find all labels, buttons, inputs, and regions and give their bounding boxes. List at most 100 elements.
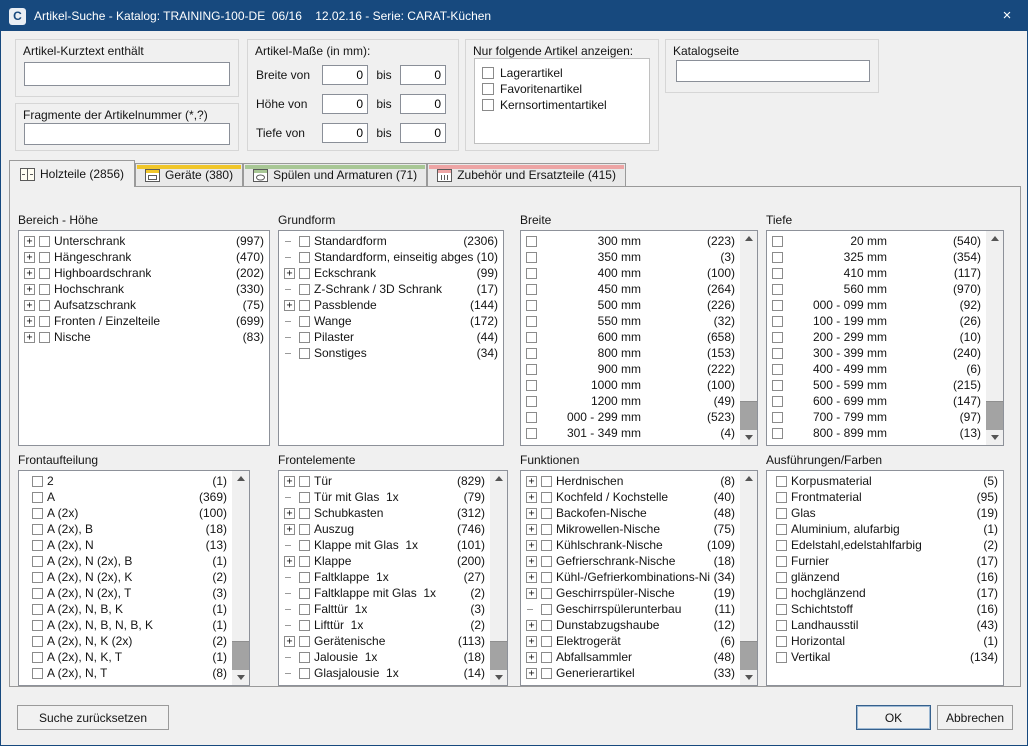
list-item[interactable]: +Unterschrank(997) [20, 233, 268, 249]
item-checkbox[interactable] [32, 476, 43, 487]
list-item[interactable]: 800 mm(153) [522, 345, 739, 361]
list-item[interactable]: Frontmaterial(95) [768, 489, 1002, 505]
item-checkbox[interactable] [299, 556, 310, 567]
list-item[interactable]: Geschirrspülerunterbau(11) [522, 601, 739, 617]
item-checkbox[interactable] [772, 236, 783, 247]
option-lagerartikel[interactable]: Lagerartikel [482, 66, 563, 80]
expand-plus-icon[interactable]: + [526, 540, 537, 551]
list-item[interactable]: 300 mm(223) [522, 233, 739, 249]
item-checkbox[interactable] [32, 492, 43, 503]
item-checkbox[interactable] [541, 588, 552, 599]
item-checkbox[interactable] [32, 652, 43, 663]
list-item[interactable]: Wange(172) [280, 313, 502, 329]
list-item[interactable]: +Tür(829) [280, 473, 489, 489]
scroll-track[interactable] [740, 486, 757, 670]
item-checkbox[interactable] [32, 556, 43, 567]
item-checkbox[interactable] [526, 316, 537, 327]
list-item[interactable]: Sonstiges(34) [280, 345, 502, 361]
list-item[interactable]: 2(1) [20, 473, 231, 489]
list-item[interactable]: 700 - 799 mm(97) [768, 409, 985, 425]
tiefe-von-input[interactable] [322, 123, 368, 143]
expand-plus-icon[interactable]: + [284, 268, 295, 279]
item-checkbox[interactable] [299, 636, 310, 647]
scroll-thumb[interactable] [986, 246, 1003, 402]
item-checkbox[interactable] [299, 476, 310, 487]
list-item[interactable]: Glas(19) [768, 505, 1002, 521]
expand-plus-icon[interactable]: + [24, 300, 35, 311]
vertical-scrollbar[interactable] [740, 231, 757, 445]
scroll-thumb[interactable] [740, 486, 757, 642]
expand-plus-icon[interactable]: + [526, 668, 537, 679]
list-item[interactable]: 100 - 199 mm(26) [768, 313, 985, 329]
item-checkbox[interactable] [32, 572, 43, 583]
hoehe-bis-input[interactable] [400, 94, 446, 114]
item-checkbox[interactable] [776, 652, 787, 663]
list-item[interactable]: Edelstahl,edelstahlfarbig(2) [768, 537, 1002, 553]
item-checkbox[interactable] [776, 476, 787, 487]
item-checkbox[interactable] [299, 588, 310, 599]
item-checkbox[interactable] [541, 524, 552, 535]
list-item[interactable]: 600 - 699 mm(147) [768, 393, 985, 409]
list-item[interactable]: 400 mm(100) [522, 265, 739, 281]
list-item[interactable]: A (2x), N (2x), K(2) [20, 569, 231, 585]
item-checkbox[interactable] [526, 236, 537, 247]
item-checkbox[interactable] [776, 524, 787, 535]
item-checkbox[interactable] [776, 604, 787, 615]
item-checkbox[interactable] [541, 572, 552, 583]
expand-plus-icon[interactable]: + [526, 556, 537, 567]
list-item[interactable]: +Nische(83) [20, 329, 268, 345]
item-checkbox[interactable] [526, 412, 537, 423]
scroll-up-icon[interactable] [740, 231, 757, 246]
item-checkbox[interactable] [299, 604, 310, 615]
katalogseite-input[interactable] [676, 60, 870, 82]
item-checkbox[interactable] [299, 572, 310, 583]
expand-plus-icon[interactable]: + [526, 572, 537, 583]
item-checkbox[interactable] [299, 348, 310, 359]
scroll-up-icon[interactable] [986, 231, 1003, 246]
list-item[interactable]: Standardform(2306) [280, 233, 502, 249]
expand-plus-icon[interactable]: + [526, 636, 537, 647]
list-item[interactable]: +Kühlschrank-Nische(109) [522, 537, 739, 553]
tiefe-bis-input[interactable] [400, 123, 446, 143]
list-item[interactable]: 1000 mm(100) [522, 377, 739, 393]
list-item[interactable]: 500 mm(226) [522, 297, 739, 313]
list-item[interactable]: Klappe mit Glas 1x(101) [280, 537, 489, 553]
list-item[interactable]: A (2x), N (2x), B(1) [20, 553, 231, 569]
reset-search-button[interactable]: Suche zurücksetzen [17, 705, 169, 730]
expand-plus-icon[interactable]: + [284, 300, 295, 311]
list-item[interactable]: Lifttür 1x(2) [280, 617, 489, 633]
list-item[interactable]: +Highboardschrank(202) [20, 265, 268, 281]
list-item[interactable]: Falttür 1x(3) [280, 601, 489, 617]
vertical-scrollbar[interactable] [232, 471, 249, 685]
item-checkbox[interactable] [772, 428, 783, 439]
list-item[interactable]: A (2x)(100) [20, 505, 231, 521]
list-item[interactable]: +Herdnischen(8) [522, 473, 739, 489]
expand-plus-icon[interactable]: + [526, 524, 537, 535]
expand-plus-icon[interactable]: + [24, 268, 35, 279]
list-item[interactable]: Standardform, einseitig abgesc...(10) [280, 249, 502, 265]
list-item[interactable]: Schichtstoff(16) [768, 601, 1002, 617]
item-checkbox[interactable] [541, 508, 552, 519]
item-checkbox[interactable] [39, 284, 50, 295]
scroll-up-icon[interactable] [740, 471, 757, 486]
item-checkbox[interactable] [772, 332, 783, 343]
item-checkbox[interactable] [299, 684, 310, 685]
list-item[interactable]: A (2x), N (2x), T(3) [20, 585, 231, 601]
expand-plus-icon[interactable]: + [284, 476, 295, 487]
item-checkbox[interactable] [32, 508, 43, 519]
item-checkbox[interactable] [772, 316, 783, 327]
item-checkbox[interactable] [772, 348, 783, 359]
list-item[interactable]: A (2x), N, B, K(1) [20, 601, 231, 617]
list-item[interactable]: 325 mm(354) [768, 249, 985, 265]
list-item[interactable]: Innenschubkasten(28) [522, 681, 739, 684]
expand-plus-icon[interactable]: + [526, 620, 537, 631]
expand-plus-icon[interactable]: + [24, 236, 35, 247]
list-item[interactable]: 300 - 399 mm(240) [768, 345, 985, 361]
item-checkbox[interactable] [776, 636, 787, 647]
list-item[interactable]: 20 mm(540) [768, 233, 985, 249]
item-checkbox[interactable] [772, 268, 783, 279]
list-item[interactable]: glänzend(16) [768, 569, 1002, 585]
scroll-down-icon[interactable] [490, 670, 507, 685]
list-item[interactable]: +Fronten / Einzelteile(699) [20, 313, 268, 329]
list-item[interactable]: A(369) [20, 489, 231, 505]
